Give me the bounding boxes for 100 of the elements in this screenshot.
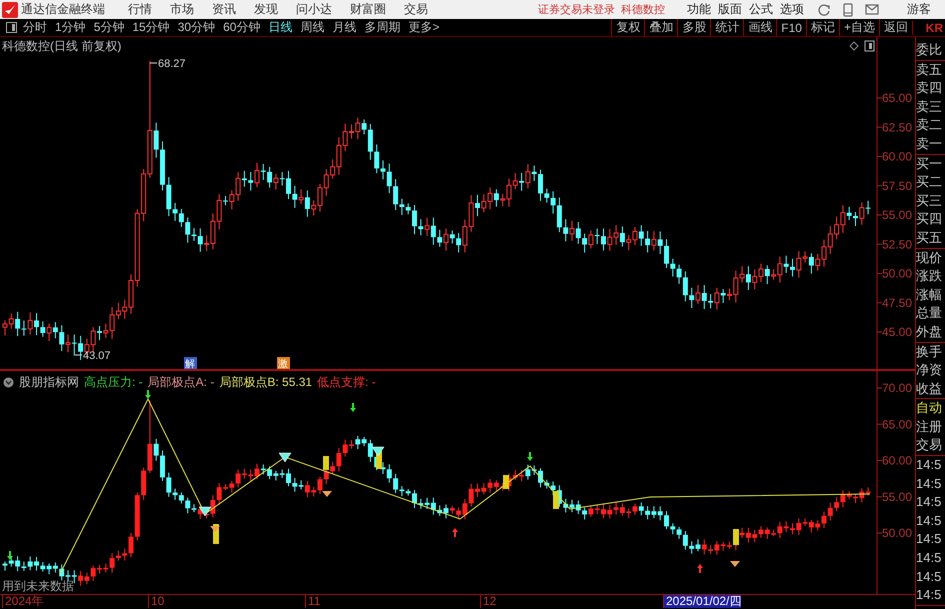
settings-icon[interactable] — [3, 377, 14, 388]
quote-field-label[interactable]: 14:5 — [916, 512, 945, 530]
value-tick-label: 55.00 — [882, 490, 912, 504]
price-tick-label: 65.00 — [882, 91, 912, 105]
phone-icon[interactable] — [843, 2, 853, 16]
quote-field-label[interactable]: 外盘 — [916, 322, 945, 342]
period-tab[interactable]: 日线 — [268, 19, 292, 36]
restore-icon[interactable] — [864, 40, 874, 52]
quote-field-label[interactable]: 委比 — [916, 41, 945, 60]
quote-field-label[interactable]: 买三 — [916, 192, 945, 210]
quote-field-label[interactable]: 涨幅 — [916, 286, 945, 304]
quote-field-label[interactable]: 收益 — [916, 380, 945, 398]
period-tab[interactable]: 1分钟 — [55, 19, 86, 36]
toolbar-button[interactable]: 统计 — [710, 19, 744, 36]
menu-item[interactable]: 交易 — [404, 1, 428, 18]
toolbar-button[interactable]: 复权 — [611, 19, 644, 36]
period-tab[interactable]: 周线 — [300, 19, 324, 36]
menu-item[interactable]: 财富圈 — [350, 1, 386, 18]
quote-field-label[interactable]: 卖二 — [916, 116, 945, 135]
indicator-value-label: 高点压力: - — [84, 374, 143, 391]
quote-field-label[interactable]: 换手 — [916, 342, 945, 362]
quote-field-label[interactable]: 总量 — [916, 304, 945, 323]
toolbar-button[interactable]: 标记 — [806, 19, 839, 36]
down-arrow-icon — [527, 452, 533, 461]
tool-menu-item[interactable]: 功能 — [687, 1, 711, 18]
quote-field-label[interactable]: 14:5 — [916, 474, 945, 494]
toolbar-button[interactable]: 叠加 — [644, 19, 678, 36]
price-tick-label: 57.50 — [882, 178, 912, 193]
footnote: 用到未来数据 — [2, 579, 74, 593]
quote-field-label[interactable]: 卖一 — [916, 134, 945, 154]
period-tab[interactable]: 分时 — [23, 19, 47, 36]
indicator-value-label: 局部极点A: - — [148, 374, 214, 391]
period-tab[interactable]: 月线 — [332, 19, 356, 36]
toolbar-button[interactable]: 多股 — [677, 19, 710, 36]
period-tab[interactable]: 15分钟 — [132, 19, 170, 36]
quote-field-label[interactable]: 14:5 — [916, 530, 945, 550]
tool-menu-item[interactable]: 版面 — [718, 1, 742, 18]
toolbar-button[interactable]: 返回 — [879, 19, 912, 36]
up-arrow-icon — [452, 528, 458, 537]
down-arrow-icon — [145, 390, 151, 399]
date-axis-label: 2024年 — [2, 595, 44, 608]
quote-field-label[interactable]: 卖三 — [916, 98, 945, 116]
signal-bar — [323, 456, 329, 470]
indicator-value-label: 低点支撑: - — [317, 374, 376, 391]
toolbar-button[interactable]: F10 — [776, 19, 806, 36]
price-tick-label: 62.50 — [882, 120, 912, 134]
quote-field-label[interactable]: 注册 — [916, 418, 945, 436]
mail-icon[interactable] — [865, 4, 879, 15]
menu-item[interactable]: 市场 — [170, 1, 194, 18]
refresh-icon[interactable] — [817, 2, 831, 16]
value-tick-label: 65.00 — [882, 417, 912, 432]
login-notice[interactable]: 证券交易未登录 — [538, 2, 615, 17]
user-name[interactable]: 游客 — [907, 1, 931, 18]
date-axis-label: 11 — [305, 595, 320, 608]
signal-bar — [503, 475, 509, 489]
leader-line — [150, 62, 158, 64]
quote-field-label[interactable]: 14:5 — [916, 549, 945, 568]
quote-field-label[interactable]: 交易 — [916, 436, 945, 456]
toolbar-button[interactable]: +自选 — [838, 19, 879, 36]
quote-field-label[interactable]: 卖五 — [916, 60, 945, 80]
quote-field-label[interactable]: 买五 — [916, 228, 945, 248]
period-tab[interactable]: 60分钟 — [223, 19, 260, 36]
chart-title: 科德数控(日线 前复权) — [2, 39, 122, 53]
signal-bar — [553, 491, 559, 509]
quote-field-label[interactable]: 14:5 — [916, 586, 945, 605]
price-tick-label: 52.50 — [882, 237, 912, 252]
leader-line — [74, 354, 82, 356]
signal-bar — [733, 529, 739, 545]
menu-item[interactable]: 行情 — [128, 1, 152, 18]
quote-field-label[interactable]: 净资 — [916, 361, 945, 380]
down-arrow-icon — [350, 403, 356, 412]
quote-field-label[interactable]: 现价 — [916, 248, 945, 268]
tool-menu-item[interactable]: 选项 — [780, 1, 804, 18]
period-tab[interactable]: 多周期 — [364, 19, 400, 36]
menu-item[interactable]: 资讯 — [212, 1, 236, 18]
quote-field-label[interactable]: 卖四 — [916, 79, 945, 98]
panel-toggle-icon[interactable] — [6, 22, 17, 33]
toolbar-button[interactable]: 画线 — [743, 19, 776, 36]
price-tick-label: 47.50 — [882, 296, 912, 310]
menu-item[interactable]: 发现 — [254, 1, 278, 18]
low-price-label: 43.07 — [83, 350, 111, 362]
quote-field-label[interactable]: 买四 — [916, 210, 945, 229]
up-arrow-icon — [697, 564, 703, 573]
app-logo-icon — [2, 2, 18, 18]
event-badge[interactable]: 解 — [184, 357, 197, 369]
quote-field-label[interactable]: 涨跌 — [916, 267, 945, 286]
quote-field-label[interactable]: 自动 — [916, 399, 945, 418]
quote-field-label[interactable]: 14:5 — [916, 456, 945, 475]
menu-item[interactable]: 问小达 — [296, 1, 332, 18]
corner-label: KR — [912, 20, 945, 34]
indicator-value-label: 股朋指标网 — [19, 374, 79, 391]
quote-field-label[interactable]: 14:5 — [916, 568, 945, 586]
quote-field-label[interactable]: 买一 — [916, 154, 945, 174]
stock-name: 科德数控 — [621, 3, 665, 17]
period-tab[interactable]: 30分钟 — [178, 19, 216, 36]
period-tab[interactable]: 更多> — [408, 19, 440, 36]
quote-field-label[interactable]: 买二 — [916, 173, 945, 192]
period-tab[interactable]: 5分钟 — [94, 19, 124, 36]
tool-menu-item[interactable]: 公式 — [749, 1, 773, 18]
quote-field-label[interactable]: 14:5 — [916, 493, 945, 512]
